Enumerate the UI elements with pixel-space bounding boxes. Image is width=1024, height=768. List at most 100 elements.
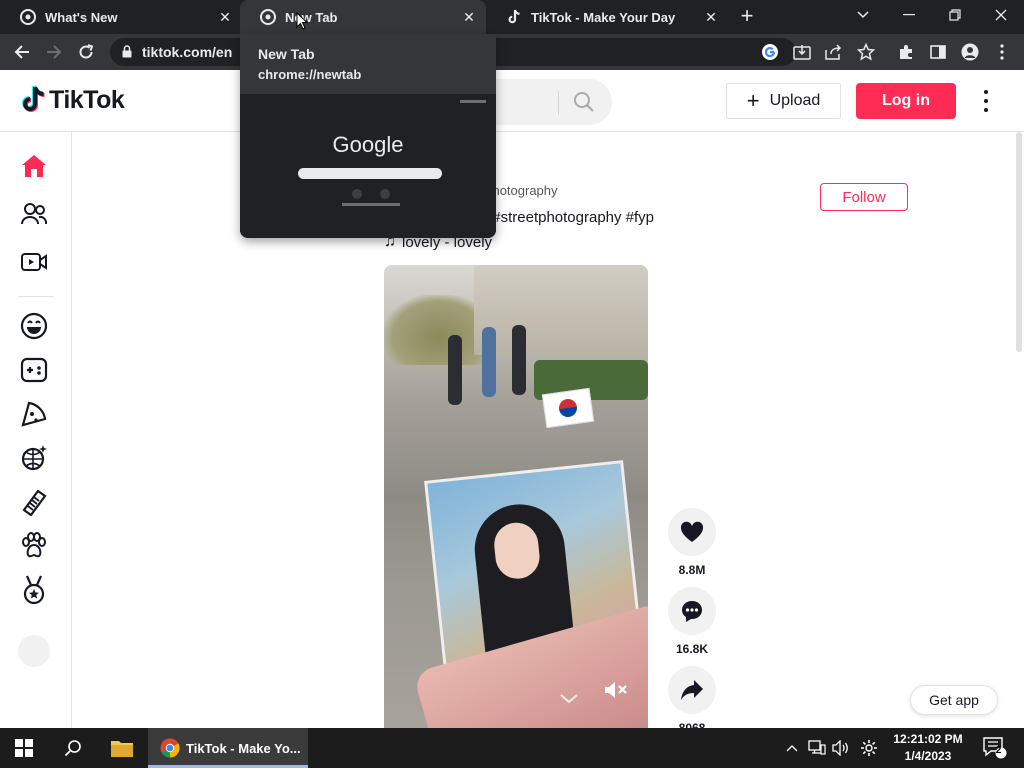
comedy-icon[interactable] bbox=[18, 310, 50, 342]
caption-hashtags[interactable]: #streetphotography #fyp bbox=[492, 209, 654, 226]
close-tab-icon[interactable]: ✕ bbox=[218, 10, 232, 24]
search-icon[interactable] bbox=[50, 728, 96, 768]
comment-count: 16.8K bbox=[675, 642, 709, 656]
preview-shortcut-label bbox=[342, 203, 372, 206]
taskbar-window-title: TikTok - Make Yo... bbox=[186, 740, 301, 756]
settings-gear-icon[interactable] bbox=[858, 728, 880, 768]
beauty-icon[interactable] bbox=[18, 486, 50, 518]
tiktok-logo[interactable]: TikTok bbox=[20, 85, 125, 115]
install-app-icon[interactable] bbox=[792, 42, 812, 62]
avatar[interactable] bbox=[18, 635, 50, 667]
chevron-down-icon bbox=[560, 691, 578, 709]
plus-icon: + bbox=[746, 88, 760, 113]
back-icon[interactable] bbox=[10, 40, 34, 64]
preview-shortcut-label bbox=[370, 203, 400, 206]
network-icon[interactable] bbox=[806, 728, 828, 768]
taskbar-chrome-window[interactable]: TikTok - Make Yo... bbox=[148, 728, 308, 768]
reload-icon[interactable] bbox=[74, 40, 98, 64]
tab-new-tab[interactable]: New Tab ✕ bbox=[240, 0, 486, 34]
extensions-icon[interactable] bbox=[896, 42, 916, 62]
mouse-cursor-icon bbox=[296, 11, 309, 35]
tab-tiktok[interactable]: TikTok - Make Your Day ✕ bbox=[486, 0, 726, 34]
restore-icon[interactable] bbox=[932, 0, 978, 30]
google-icon[interactable] bbox=[760, 42, 780, 62]
volume-icon[interactable] bbox=[830, 728, 852, 768]
clock-time: 12:21:02 PM bbox=[893, 732, 963, 746]
video-scene bbox=[482, 327, 496, 397]
forward-icon[interactable] bbox=[42, 40, 66, 64]
new-tab-button[interactable]: + bbox=[736, 5, 758, 28]
side-panel-icon[interactable] bbox=[928, 42, 948, 62]
video-scene bbox=[512, 325, 526, 395]
chrome-menu-icon[interactable] bbox=[992, 42, 1012, 62]
logo-text: TikTok bbox=[49, 85, 125, 114]
gaming-icon[interactable] bbox=[18, 354, 50, 386]
lock-icon[interactable] bbox=[122, 45, 132, 63]
get-app-button[interactable]: Get app bbox=[910, 685, 998, 715]
page-scrollbar[interactable] bbox=[1014, 132, 1024, 728]
close-window-icon[interactable] bbox=[978, 0, 1024, 30]
video-scene bbox=[474, 265, 648, 355]
close-tab-icon[interactable]: ✕ bbox=[704, 10, 718, 24]
food-icon[interactable] bbox=[18, 398, 50, 430]
live-icon[interactable] bbox=[18, 246, 50, 278]
search-divider bbox=[558, 91, 559, 115]
share-action[interactable]: 8068 bbox=[668, 666, 716, 735]
tiktok-sidebar bbox=[0, 132, 72, 728]
scroll-thumb[interactable] bbox=[1016, 132, 1022, 352]
like-action[interactable]: 8.8M bbox=[668, 508, 716, 577]
file-explorer-icon[interactable] bbox=[98, 728, 146, 768]
share-icon[interactable] bbox=[824, 42, 844, 62]
chrome-icon bbox=[20, 9, 36, 25]
search-icon[interactable] bbox=[573, 91, 595, 118]
hover-card-url: chrome://newtab bbox=[258, 67, 362, 82]
follow-label: Follow bbox=[842, 188, 886, 206]
minimize-icon[interactable] bbox=[886, 0, 932, 30]
browser-toolbar: tiktok.com/en bbox=[0, 34, 1024, 70]
system-clock[interactable]: 12:21:02 PM 1/4/2023 bbox=[884, 731, 972, 765]
tab-title: TikTok - Make Your Day bbox=[531, 9, 676, 25]
bookmark-star-icon[interactable] bbox=[856, 42, 876, 62]
preview-shortcut bbox=[380, 189, 390, 199]
login-button[interactable]: Log in bbox=[856, 83, 956, 119]
hover-card-title: New Tab bbox=[258, 46, 315, 62]
home-icon[interactable] bbox=[18, 150, 50, 182]
get-app-label: Get app bbox=[929, 692, 979, 708]
windows-start-icon[interactable] bbox=[0, 728, 48, 768]
tab-search-icon[interactable] bbox=[840, 0, 886, 30]
preview-shortcut bbox=[352, 189, 362, 199]
clock-date: 1/4/2023 bbox=[904, 749, 952, 763]
like-count: 8.8M bbox=[678, 563, 706, 577]
hover-card-preview: Google bbox=[240, 94, 496, 238]
close-tab-icon[interactable]: ✕ bbox=[462, 10, 476, 24]
follow-button[interactable]: Follow bbox=[820, 183, 908, 211]
dance-icon[interactable] bbox=[18, 442, 50, 474]
sports-icon[interactable] bbox=[18, 574, 50, 606]
profile-icon[interactable] bbox=[960, 42, 980, 62]
video-scene bbox=[448, 335, 462, 405]
video-player[interactable] bbox=[384, 265, 648, 728]
following-icon[interactable] bbox=[18, 198, 50, 230]
post-caption: ❤ #streetphotography #fyp bbox=[470, 207, 654, 227]
upload-button[interactable]: + Upload bbox=[726, 83, 841, 119]
preview-google-logo: Google bbox=[332, 132, 404, 157]
heart-icon[interactable] bbox=[668, 508, 716, 556]
mute-icon[interactable] bbox=[604, 680, 628, 705]
tab-title: What's New bbox=[45, 9, 118, 25]
tiktok-logo-icon bbox=[22, 85, 45, 112]
upload-label: Upload bbox=[769, 92, 821, 109]
comment-icon[interactable] bbox=[668, 587, 716, 635]
tab-whats-new[interactable]: What's New ✕ bbox=[0, 0, 240, 34]
show-hidden-icons-icon[interactable] bbox=[782, 728, 802, 768]
animals-icon[interactable] bbox=[18, 530, 50, 562]
sidebar-divider bbox=[18, 296, 54, 297]
login-label: Log in bbox=[882, 92, 930, 109]
comment-action[interactable]: 16.8K bbox=[668, 587, 716, 656]
more-options-icon[interactable] bbox=[976, 90, 996, 112]
notification-center-icon[interactable]: 2 bbox=[980, 728, 1010, 768]
preview-links bbox=[460, 100, 486, 103]
preview-search-box bbox=[298, 168, 442, 179]
chrome-icon bbox=[160, 738, 180, 758]
tiktok-favicon-icon bbox=[506, 9, 522, 25]
share-arrow-icon[interactable] bbox=[668, 666, 716, 714]
